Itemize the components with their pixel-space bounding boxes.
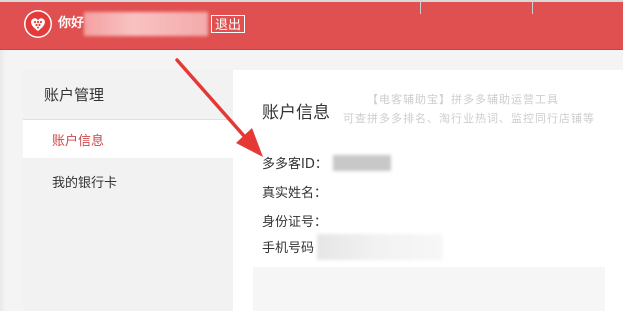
app-window: 你好 退出 账户管理 账户信息 我的银行卡 账户信息 【电客辅助宝】拼多多辅助运…	[0, 0, 623, 311]
field-label-real-name: 真实姓名：	[262, 186, 328, 201]
sidebar-item-bank-cards[interactable]: 我的银行卡	[52, 172, 117, 191]
field-label-phone: 手机号码	[262, 241, 315, 256]
left-edge	[0, 50, 6, 311]
phone-redacted-value	[317, 234, 443, 260]
watermark-line-2: 可查拼多多排名、淘行业热词、监控同行店铺等	[343, 112, 595, 125]
page-title: 账户信息	[262, 103, 330, 123]
sidebar-item-label-account-info[interactable]: 账户信息	[52, 130, 104, 149]
logout-button[interactable]: 退出	[211, 15, 246, 33]
bottom-content-area	[253, 267, 605, 311]
field-label-duoduoke-id: 多多客ID：	[262, 157, 328, 172]
heart-logo-icon	[25, 11, 51, 37]
header-top-border	[0, 0, 623, 2]
field-label-id-number: 身份证号：	[262, 215, 328, 230]
duoduoke-id-redacted-value	[333, 155, 391, 171]
pinduoduo-logo-icon[interactable]	[24, 10, 52, 38]
watermark-line-1: 【电客辅助宝】拼多多辅助运营工具	[367, 93, 559, 106]
header-divider	[420, 0, 421, 14]
greeting-text: 你好	[58, 16, 85, 31]
sidebar-title: 账户管理	[44, 86, 105, 104]
username-redacted	[84, 12, 208, 36]
header-divider	[532, 0, 533, 14]
